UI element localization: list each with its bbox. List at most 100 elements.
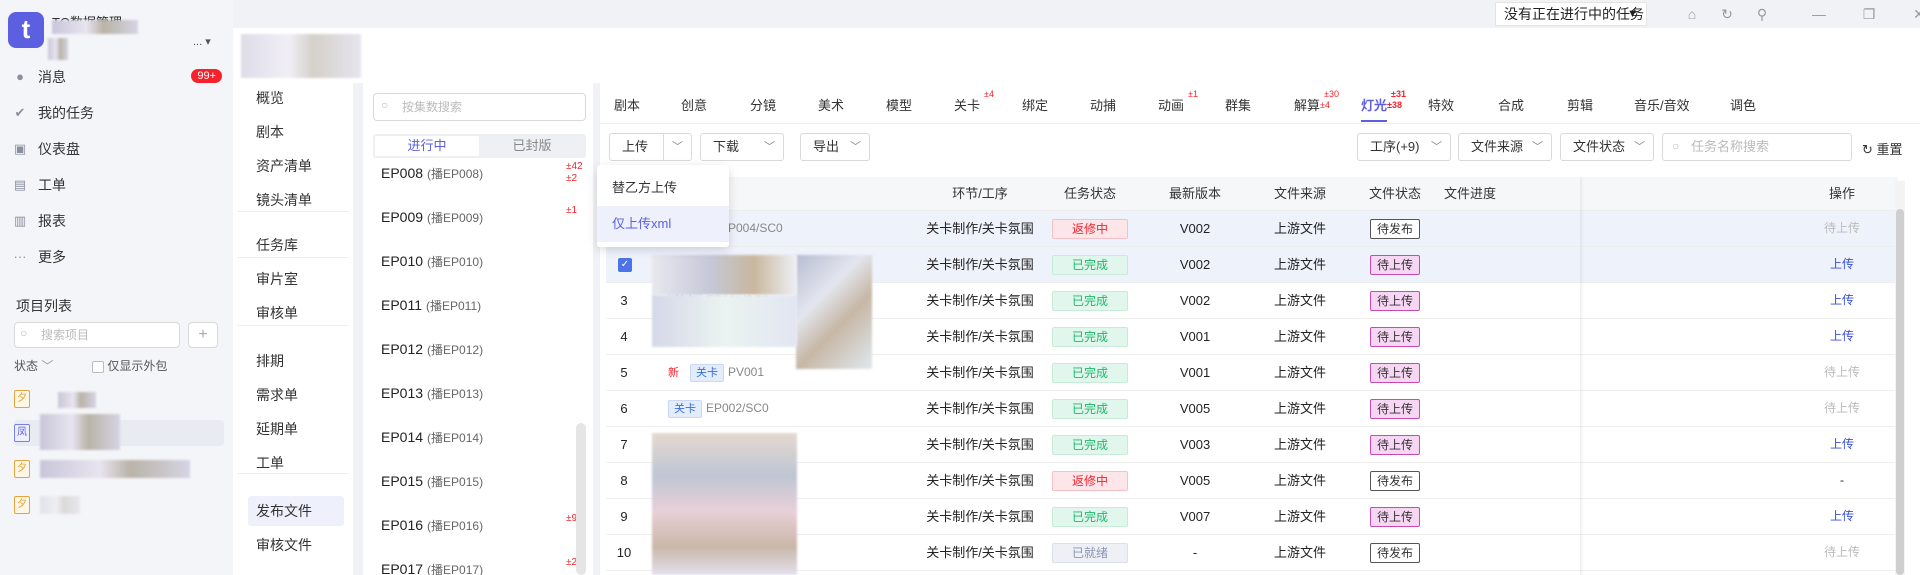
file-status-badge[interactable]: 待上传 xyxy=(1370,291,1420,311)
episode-item[interactable]: EP010 (播EP010) xyxy=(381,253,581,277)
nav-item-5[interactable]: ··· 更多 xyxy=(12,243,222,271)
row-checkbox[interactable]: ✓ xyxy=(618,258,632,272)
file-status-badge[interactable]: 待上传 xyxy=(1370,363,1420,383)
file-status-badge[interactable]: 待上传 xyxy=(1370,327,1420,347)
episode-item[interactable]: EP011 (播EP011) xyxy=(381,297,581,321)
nav-item-4[interactable]: ▥ 报表 xyxy=(12,207,222,235)
close-icon[interactable]: ✕ xyxy=(1910,5,1920,23)
nav-item-2[interactable]: ▣ 仪表盘 xyxy=(12,135,222,163)
menu-item-6[interactable]: 审核单 xyxy=(248,298,344,328)
episode-item[interactable]: EP015 (播EP015) xyxy=(381,473,581,497)
upload-on-behalf-option[interactable]: 替乙方上传 xyxy=(597,170,729,206)
tab-7[interactable]: 动捕 xyxy=(1090,95,1116,114)
row-action[interactable]: 上传 xyxy=(1792,499,1892,534)
export-button[interactable]: 导出 ﹀ xyxy=(800,133,870,161)
status-filter[interactable]: 状态 ﹀ xyxy=(14,357,53,374)
nav-item-1[interactable]: ✔ 我的任务 xyxy=(12,99,222,127)
table-row[interactable]: 6 关卡 EP002/SC0 关卡制作/关卡氛围 已完成 V005 上游文件 待上传 待上传 xyxy=(606,391,1898,427)
tab-12[interactable]: 特效 xyxy=(1428,95,1454,114)
pin-icon[interactable]: ⚲ xyxy=(1753,5,1771,23)
tab-14[interactable]: 剪辑 xyxy=(1567,95,1593,114)
tab-3[interactable]: 美术 xyxy=(818,95,844,114)
episode-scrollbar[interactable] xyxy=(576,423,586,575)
file-status-filter[interactable]: 文件状态 ﹀ xyxy=(1560,133,1654,161)
tab-1[interactable]: 创意 xyxy=(681,95,707,114)
tab-sealed[interactable]: 已封版 xyxy=(480,136,584,156)
reset-button[interactable]: ↻ 重置 xyxy=(1862,139,1903,158)
task-status-dropdown[interactable]: 没有正在进行中的任务 ▼ xyxy=(1495,2,1647,26)
table-row[interactable]: 9关卡EP002/SC0关卡制作/关卡氛围已完成V007上游文件待上传上传 xyxy=(606,499,1898,535)
menu-item-9[interactable]: 延期单 xyxy=(248,414,344,444)
file-status-cell: 待上传 xyxy=(1350,319,1440,354)
file-status-badge[interactable]: 待上传 xyxy=(1370,255,1420,275)
episode-item[interactable]: EP014 (播EP014) xyxy=(381,429,581,453)
table-row[interactable]: 8关卡EP002/SC0关卡制作/关卡氛围返修中V005上游文件待发布- xyxy=(606,463,1898,499)
tab-13[interactable]: 合成 xyxy=(1498,95,1524,114)
menu-item-12[interactable]: 审核文件 xyxy=(248,530,344,560)
minimize-icon[interactable]: — xyxy=(1810,5,1828,23)
upload-xml-only-option[interactable]: 仅上传xml xyxy=(597,206,729,242)
episode-item[interactable]: EP009 (播EP009) ±1 xyxy=(381,205,581,233)
tab-6[interactable]: 绑定 xyxy=(1022,95,1048,114)
row-action[interactable]: 上传 xyxy=(1792,283,1892,318)
file-status-badge[interactable]: 待上传 xyxy=(1370,435,1420,455)
row-action[interactable]: 上传 xyxy=(1792,427,1892,462)
menu-item-1[interactable]: 剧本 xyxy=(248,117,344,147)
episode-search-input[interactable]: 按集数搜索 xyxy=(373,93,586,121)
tab-15[interactable]: 音乐/音效 xyxy=(1634,95,1690,114)
refresh-icon[interactable]: ↻ xyxy=(1718,5,1736,23)
project-item[interactable]: 夕 xyxy=(14,456,224,482)
project-search-input[interactable]: 搜索项目 xyxy=(14,322,180,348)
tab-2[interactable]: 分镜 xyxy=(750,95,776,114)
episode-item[interactable]: EP016 (播EP016) ±9 xyxy=(381,513,581,541)
episode-item[interactable]: EP017 (播EP017) ±2 xyxy=(381,557,581,575)
row-action[interactable]: 上传 xyxy=(1792,319,1892,354)
user-menu-toggle[interactable]: ... ▾ xyxy=(193,35,211,48)
file-status-badge[interactable]: 待发布 xyxy=(1370,543,1420,563)
tab-0[interactable]: 剧本 xyxy=(614,95,640,114)
menu-item-5[interactable]: 审片室 xyxy=(248,264,344,294)
upload-button[interactable]: 上传 ﹀ xyxy=(609,133,692,161)
tab-8[interactable]: 动画 ±1 xyxy=(1158,89,1198,114)
tab-5[interactable]: 关卡 ±4 xyxy=(954,89,994,114)
tab-10[interactable]: 解算 ±30 ±4 xyxy=(1294,89,1339,114)
tab-in-progress[interactable]: 进行中 xyxy=(375,136,479,156)
download-button[interactable]: 下载 ﹀ xyxy=(700,133,784,161)
file-status-badge[interactable]: 待发布 xyxy=(1370,471,1420,491)
task-search-input[interactable]: 任务名称搜索 xyxy=(1662,133,1852,161)
file-status-badge[interactable]: 待上传 xyxy=(1370,399,1420,419)
menu-item-0[interactable]: 概览 xyxy=(248,83,344,113)
table-row[interactable]: EP004/SC0 关卡制作/关卡氛围 返修中 V002 上游文件 待发布 待上传 xyxy=(606,211,1898,247)
file-status-badge[interactable]: 待上传 xyxy=(1370,507,1420,527)
project-item[interactable]: 夕 xyxy=(14,492,224,518)
source-filter[interactable]: 文件来源 ﹀ xyxy=(1458,133,1552,161)
table-scrollbar[interactable] xyxy=(1896,209,1904,575)
menu-item-2[interactable]: 资产清单 xyxy=(248,151,344,181)
nav-item-0[interactable]: ● 消息 99+ xyxy=(12,63,222,91)
episode-item[interactable]: EP013 (播EP013) xyxy=(381,385,581,409)
task-status-cell: 已完成 xyxy=(1040,427,1140,462)
nav-item-3[interactable]: ▤ 工单 xyxy=(12,171,222,199)
table-row[interactable]: 10关卡EP007/SC0关卡制作/关卡氛围已就绪-上游文件待发布待上传 xyxy=(606,535,1898,571)
menu-item-8[interactable]: 需求单 xyxy=(248,380,344,410)
project-item-selected[interactable]: 凤 xyxy=(14,414,224,450)
tab-4[interactable]: 模型 xyxy=(886,95,912,114)
menu-item-7[interactable]: 排期 xyxy=(248,346,344,376)
episode-item[interactable]: EP008 (播EP008) ±42 ±2 xyxy=(381,161,583,189)
briefcase-icon[interactable]: ⌂ xyxy=(1683,5,1701,23)
file-status-badge[interactable]: 待发布 xyxy=(1370,219,1420,239)
project-item[interactable]: 夕 xyxy=(14,386,224,412)
restore-icon[interactable]: ❐ xyxy=(1860,5,1878,23)
add-project-button[interactable]: + xyxy=(188,322,218,348)
only-outsource-checkbox[interactable]: 仅显示外包 xyxy=(92,357,167,374)
menu-item-4[interactable]: 任务库 xyxy=(248,230,344,260)
chevron-down-icon[interactable]: ﹀ xyxy=(663,134,683,160)
tab-9[interactable]: 群集 xyxy=(1225,95,1251,114)
menu-item-11[interactable]: 发布文件 xyxy=(248,496,344,526)
row-action[interactable]: 上传 xyxy=(1792,247,1892,282)
episode-item[interactable]: EP012 (播EP012) xyxy=(381,341,581,365)
table-row[interactable]: 7关卡EP002/SC0关卡制作/关卡氛围已完成V003上游文件待上传上传 xyxy=(606,427,1898,463)
process-filter[interactable]: 工序(+9) ﹀ xyxy=(1357,133,1451,161)
tab-11[interactable]: 灯光 ±31 ±38 xyxy=(1361,89,1406,114)
tab-16[interactable]: 调色 xyxy=(1730,95,1756,114)
